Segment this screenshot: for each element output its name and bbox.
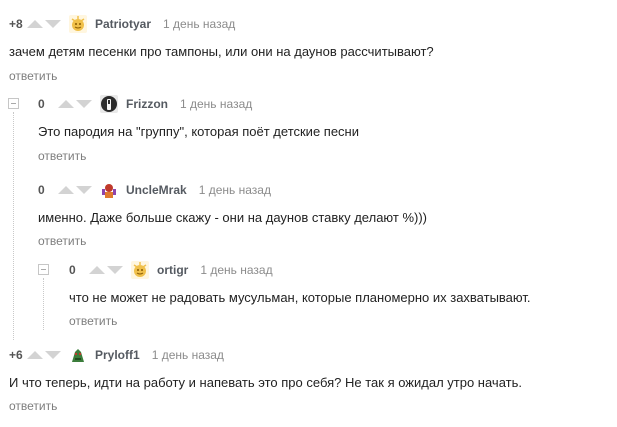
downvote-arrow-icon[interactable] <box>76 100 92 108</box>
comment-time[interactable]: 1 день назад <box>200 263 272 277</box>
comment-username[interactable]: ortigr <box>157 263 188 277</box>
comment-header: 0 ortigr 1 день назад <box>69 261 273 279</box>
comment-time[interactable]: 1 день назад <box>180 97 252 111</box>
reply-link[interactable]: ответить <box>38 234 86 248</box>
comment-rating: 0 <box>38 183 45 197</box>
comment-username[interactable]: Patriotyar <box>95 17 151 31</box>
reply-link[interactable]: ответить <box>9 399 57 413</box>
golden-sun-avatar-icon[interactable] <box>69 15 87 33</box>
upvote-arrow-icon[interactable] <box>58 186 74 194</box>
green-creature-avatar-icon[interactable] <box>69 346 87 364</box>
comment-username[interactable]: UncleMrak <box>126 183 187 197</box>
thread-branch-line <box>13 112 14 340</box>
golden-sun-avatar-icon[interactable] <box>131 261 149 279</box>
comment-rating: 0 <box>69 263 76 277</box>
comment-rating: +6 <box>9 348 23 362</box>
comment-text: Это пародия на "группу", которая поёт де… <box>38 124 360 139</box>
reply-link[interactable]: ответить <box>69 314 117 328</box>
comment-time[interactable]: 1 день назад <box>199 183 271 197</box>
dark-figure-avatar-icon[interactable] <box>100 95 118 113</box>
upvote-arrow-icon[interactable] <box>58 100 74 108</box>
downvote-arrow-icon[interactable] <box>76 186 92 194</box>
red-character-avatar-icon[interactable] <box>100 181 118 199</box>
comment-text: именно. Даже больше скажу - они на дауно… <box>38 210 427 225</box>
reply-link[interactable]: ответить <box>9 69 57 83</box>
comment-username[interactable]: Pryloff1 <box>95 348 140 362</box>
collapse-thread-button[interactable] <box>38 264 49 275</box>
comment-header: 0 Frizzon 1 день назад <box>38 95 252 113</box>
comment-time[interactable]: 1 день назад <box>152 348 224 362</box>
comment-header: +6 Pryloff1 1 день назад <box>9 346 224 364</box>
comment-time[interactable]: 1 день назад <box>163 17 235 31</box>
upvote-arrow-icon[interactable] <box>27 20 43 28</box>
comment-username[interactable]: Frizzon <box>126 97 168 111</box>
thread-branch-line <box>43 278 44 330</box>
comment-text: И что теперь, идти на работу и напевать … <box>9 375 522 390</box>
downvote-arrow-icon[interactable] <box>107 266 123 274</box>
comment-header: 0 UncleMrak 1 день назад <box>38 181 271 199</box>
upvote-arrow-icon[interactable] <box>89 266 105 274</box>
downvote-arrow-icon[interactable] <box>45 20 61 28</box>
comment-header: +8 Patriotyar 1 день назад <box>9 15 235 33</box>
downvote-arrow-icon[interactable] <box>45 351 61 359</box>
comment-rating: +8 <box>9 17 23 31</box>
comment-rating: 0 <box>38 97 45 111</box>
upvote-arrow-icon[interactable] <box>27 351 43 359</box>
comment-text: что не может не радовать мусульман, кото… <box>69 290 531 305</box>
reply-link[interactable]: ответить <box>38 149 86 163</box>
comment-text: зачем детям песенки про тампоны, или они… <box>9 44 434 59</box>
collapse-thread-button[interactable] <box>8 98 19 109</box>
